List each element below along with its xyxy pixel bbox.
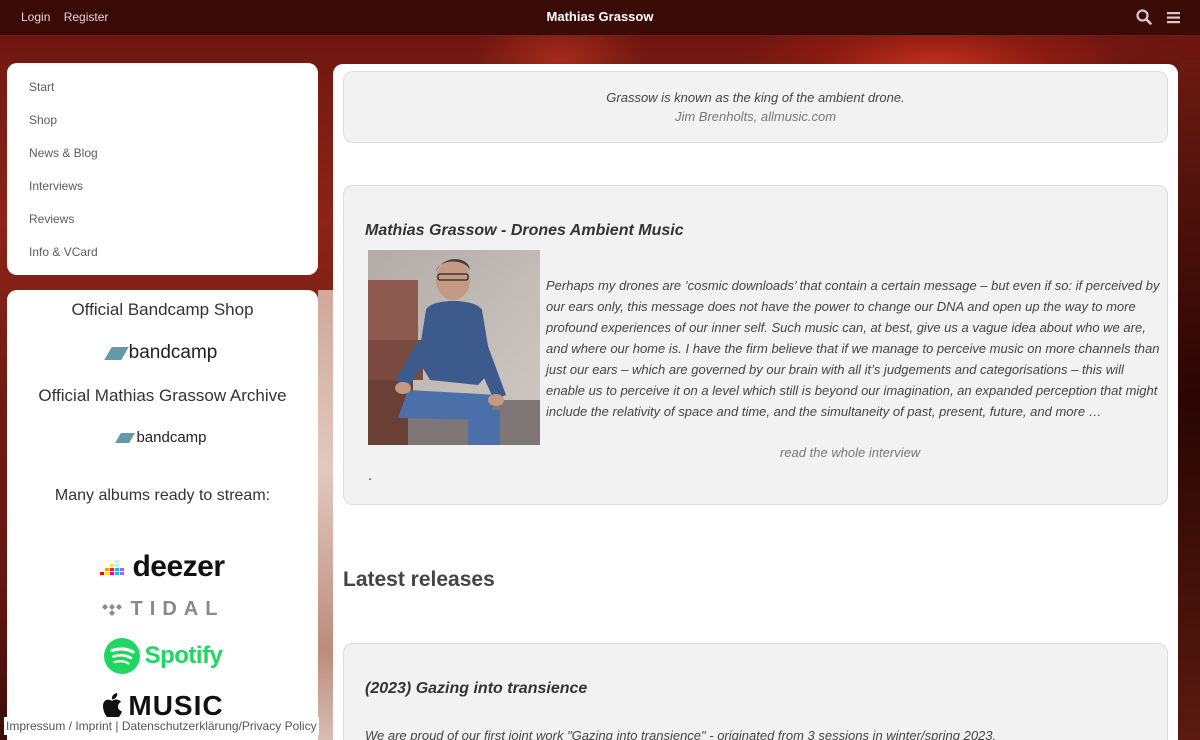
deezer-bars-icon <box>100 560 125 575</box>
bandcamp-shop-logo[interactable]: bandcamp <box>7 342 318 364</box>
sidebar-nav: Start Shop News & Blog Interviews Review… <box>7 63 318 275</box>
apple-icon <box>103 693 123 718</box>
imprint-link[interactable]: Impressum / Imprint <box>6 719 112 733</box>
search-icon[interactable] <box>1136 8 1152 26</box>
background-decoration <box>318 290 334 740</box>
release-title[interactable]: (2023) Gazing into transience <box>365 680 587 698</box>
read-interview-link[interactable]: read the whole interview <box>780 445 920 460</box>
footer-links: Impressum / Imprint | Datenschutzerkläru… <box>4 717 319 735</box>
background-decoration-right <box>1178 60 1200 740</box>
archive-title: Official Mathias Grassow Archive <box>38 386 287 405</box>
artist-photo <box>368 250 540 445</box>
tidal-diamonds-icon <box>101 603 122 616</box>
nav-item-shop[interactable]: Shop <box>29 112 296 145</box>
nav-item-interviews[interactable]: Interviews <box>29 178 296 211</box>
quote-text: Grassow is known as the king of the ambi… <box>606 90 905 105</box>
feature-dot: . <box>368 469 373 484</box>
shop-sidebar: Official Bandcamp Shop bandcamp Official… <box>7 290 318 740</box>
main-content: Grassow is known as the king of the ambi… <box>333 64 1178 740</box>
feature-article: Mathias Grassow - Drones Ambient Music P… <box>343 185 1168 505</box>
nav-item-news-blog[interactable]: News & Blog <box>29 145 296 178</box>
footer-separator: | <box>112 719 122 733</box>
bandcamp-icon <box>103 346 129 360</box>
deezer-wordmark: deezer <box>132 550 225 583</box>
release-description: We are proud of our first joint work "Ga… <box>365 728 997 740</box>
bandcamp-wordmark: bandcamp <box>128 342 218 363</box>
spotify-wordmark: Spotify <box>144 642 223 669</box>
bandcamp-shop-title: Official Bandcamp Shop <box>71 300 254 319</box>
feature-title: Mathias Grassow - Drones Ambient Music <box>365 222 684 239</box>
bandcamp-archive-logo[interactable]: bandcamp <box>7 429 318 446</box>
latest-releases-heading: Latest releases <box>343 568 495 591</box>
tidal-logo[interactable]: TIDAL <box>7 598 318 621</box>
deezer-logo[interactable]: deezer <box>7 550 318 584</box>
nav-item-start[interactable]: Start <box>29 79 296 112</box>
quote-box: Grassow is known as the king of the ambi… <box>343 71 1168 143</box>
privacy-link[interactable]: Datenschutzerklärung/Privacy Policy <box>122 719 317 733</box>
quote-source: Jim Brenholts, allmusic.com <box>674 109 837 124</box>
stream-title: Many albums ready to stream: <box>54 487 271 504</box>
menu-icon[interactable] <box>1166 8 1182 26</box>
topbar-icons <box>1136 8 1182 26</box>
top-bar: Login Register Mathias Grassow <box>0 0 1200 35</box>
tidal-wordmark: TIDAL <box>130 598 225 620</box>
bandcamp-icon <box>115 432 136 443</box>
feature-paragraph: Perhaps my drones are ’cosmic downloads’… <box>546 278 1160 419</box>
release-card: (2023) Gazing into transience We are pro… <box>343 643 1168 740</box>
nav-item-info-vcard[interactable]: Info & VCard <box>29 244 296 277</box>
nav-item-reviews[interactable]: Reviews <box>29 211 296 244</box>
bandcamp-wordmark: bandcamp <box>136 429 207 446</box>
site-title[interactable]: Mathias Grassow <box>0 9 1200 24</box>
spotify-icon <box>103 638 140 674</box>
spotify-logo[interactable]: Spotify <box>7 637 318 675</box>
